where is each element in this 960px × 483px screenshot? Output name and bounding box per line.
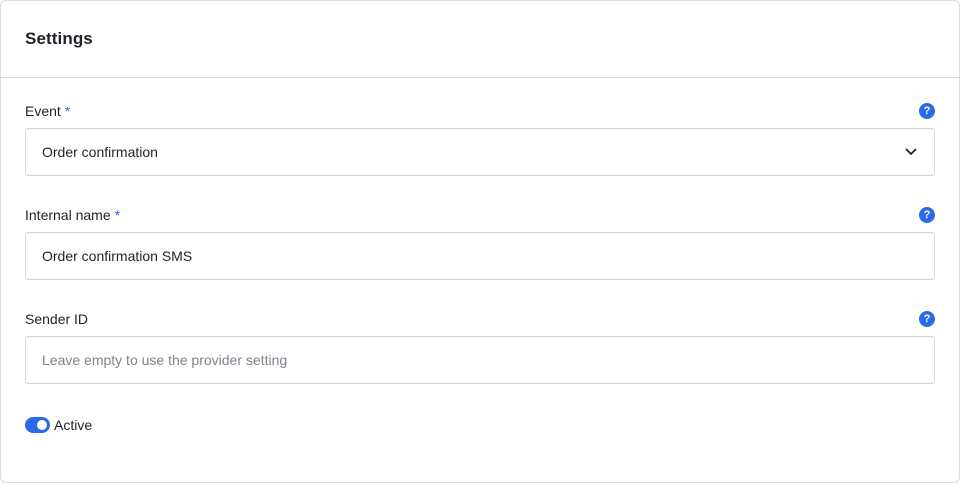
active-toggle-row: Active [25, 417, 92, 433]
active-toggle-label: Active [54, 417, 93, 433]
help-icon[interactable]: ? [919, 103, 935, 119]
required-marker: * [114, 207, 121, 223]
internal-name-label: Internal name * [25, 207, 121, 223]
required-marker: * [64, 103, 71, 119]
sender-id-label: Sender ID [25, 311, 89, 327]
event-label: Event * [25, 103, 71, 119]
event-select[interactable]: Order confirmation [25, 128, 935, 176]
help-icon[interactable]: ? [919, 207, 935, 223]
card-header: Settings [1, 1, 959, 78]
sender-id-input[interactable] [42, 352, 918, 368]
chevron-down-icon [904, 145, 918, 159]
card-title: Settings [25, 29, 93, 48]
internal-name-input-wrapper [25, 232, 935, 280]
internal-name-input[interactable] [42, 248, 918, 264]
internal-name-field: Internal name * ? [25, 206, 935, 280]
settings-card: Settings Event * ? Order confirmation Int… [0, 0, 960, 483]
sender-id-input-wrapper [25, 336, 935, 384]
sender-id-field: Sender ID ? [25, 310, 935, 384]
toggle-knob [37, 420, 47, 430]
help-icon[interactable]: ? [919, 311, 935, 327]
event-select-value: Order confirmation [42, 144, 158, 160]
active-toggle[interactable] [25, 417, 50, 433]
event-field: Event * ? Order confirmation [25, 102, 935, 176]
